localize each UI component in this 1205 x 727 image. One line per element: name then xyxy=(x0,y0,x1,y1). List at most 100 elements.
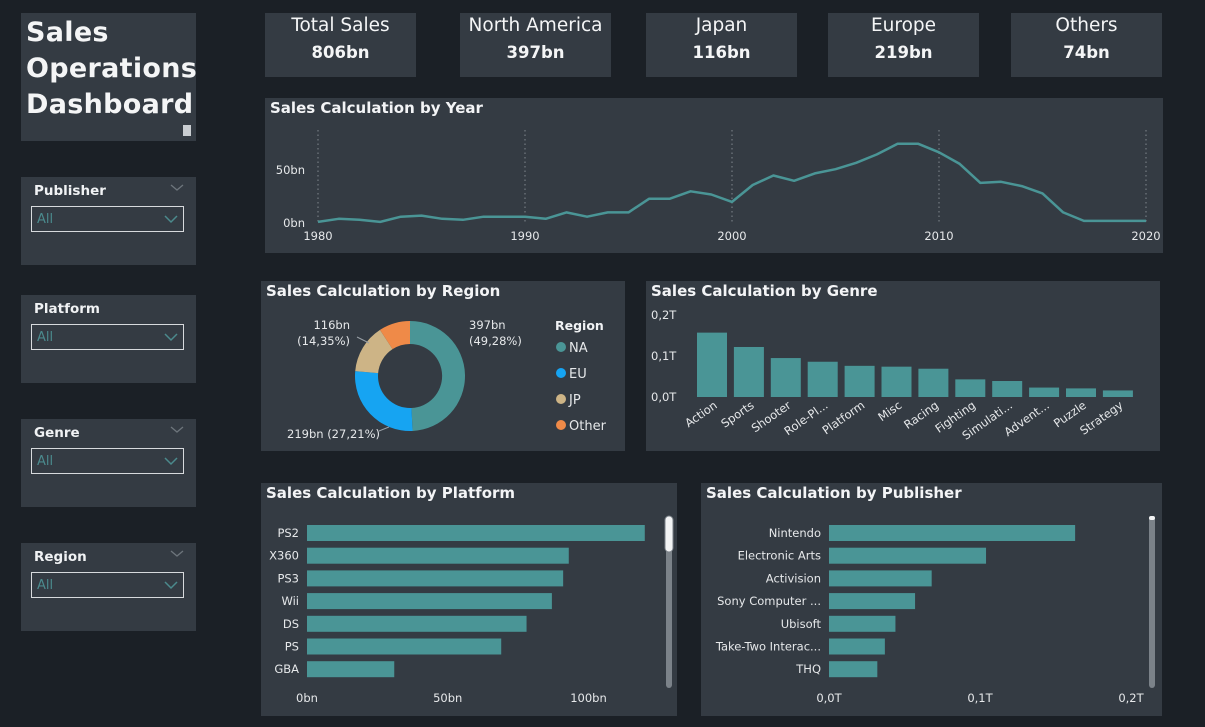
legend-marker-jp xyxy=(556,394,566,404)
kpi-value: 397bn xyxy=(506,43,565,62)
platform-bar xyxy=(307,570,564,587)
donut-slice-na xyxy=(410,321,466,431)
y-tick-label: GBA xyxy=(274,662,299,676)
publisher-bar xyxy=(829,570,932,587)
genre-dropdown[interactable]: All xyxy=(31,448,184,474)
chevron-down-icon[interactable] xyxy=(170,182,184,192)
publisher-bar xyxy=(829,547,987,564)
x-tick-label: 100bn xyxy=(570,691,607,705)
y-tick-label: PS3 xyxy=(277,571,299,585)
region-chart-panel: Sales Calculation by Region 397bn (49,28%… xyxy=(261,281,625,451)
y-tick-label: DS xyxy=(283,617,299,631)
publisher-slicer: Publisher All xyxy=(21,177,196,265)
x-tick-label: Misc xyxy=(875,398,904,424)
scrollbar xyxy=(1149,516,1155,688)
platform-bar-chart[interactable]: PS2 X360 PS3 Wii DS PS GBA 0bn 50bn 100bn xyxy=(261,483,677,716)
platform-bar xyxy=(307,638,502,655)
y-tick-label: Activision xyxy=(766,571,821,585)
legend-marker-na xyxy=(556,342,566,352)
dashboard-title-card: Sales Operations Dashboard xyxy=(21,13,198,141)
y-tick-label: Wii xyxy=(281,594,299,608)
y-tick-label: Ubisoft xyxy=(781,617,822,631)
data-label: (14,35%) xyxy=(297,334,350,348)
year-line-chart[interactable]: 1980 1990 2000 2010 2020 0bn 50bn xyxy=(265,98,1163,253)
y-tick-label: Electronic Arts xyxy=(738,549,821,563)
chevron-down-icon xyxy=(164,457,178,466)
y-tick-label: 0,0T xyxy=(651,390,677,404)
genre-bar xyxy=(881,366,912,397)
x-tick-label: 0,2T xyxy=(1118,691,1144,705)
platform-slicer-label: Platform xyxy=(34,301,100,317)
publisher-dropdown[interactable]: All xyxy=(31,206,184,232)
chevron-down-icon[interactable] xyxy=(170,548,184,558)
publisher-bar xyxy=(829,525,1076,541)
kpi-total-sales: Total Sales 806bn xyxy=(265,13,416,77)
kpi-label: North America xyxy=(468,15,603,36)
x-tick-label: 2020 xyxy=(1131,229,1160,243)
x-tick-label: 0bn xyxy=(296,691,318,705)
genre-bar xyxy=(1102,390,1133,397)
kpi-label: Others xyxy=(1055,15,1118,36)
platform-dropdown-value: All xyxy=(37,330,54,345)
genre-bar xyxy=(807,361,838,397)
kpi-japan: Japan 116bn xyxy=(646,13,797,77)
publisher-bar xyxy=(829,593,916,610)
platform-bar xyxy=(307,593,552,610)
data-label: 397bn xyxy=(469,318,506,332)
genre-bar xyxy=(770,358,801,397)
legend-label: NA xyxy=(569,341,588,356)
data-label: 219bn (27,21%) xyxy=(287,427,380,441)
genre-bar xyxy=(992,381,1023,397)
platform-bar xyxy=(307,661,395,678)
legend-marker-eu xyxy=(556,368,566,378)
y-tick-label: PS2 xyxy=(277,526,299,540)
y-tick-label: PS xyxy=(285,640,299,654)
genre-bar-chart[interactable]: 0,0T0,1T0,2TActionSportsShooterRole-Pl..… xyxy=(646,281,1160,451)
legend-label: Other xyxy=(569,419,607,434)
y-tick-label: Sony Computer ... xyxy=(717,594,821,608)
kpi-value: 806bn xyxy=(311,43,370,62)
kpi-europe: Europe 219bn xyxy=(828,13,979,77)
platform-bar xyxy=(307,615,527,632)
x-tick-label: 1990 xyxy=(510,229,539,243)
platform-bar xyxy=(307,525,645,541)
kpi-value: 219bn xyxy=(874,43,933,62)
region-dropdown[interactable]: All xyxy=(31,572,184,598)
platform-dropdown[interactable]: All xyxy=(31,324,184,350)
genre-bar xyxy=(955,379,986,397)
donut-slice-eu xyxy=(354,371,413,432)
chevron-down-icon xyxy=(164,215,178,224)
chevron-down-icon[interactable] xyxy=(170,424,184,434)
kpi-label: Europe xyxy=(870,15,937,36)
chevron-down-icon xyxy=(164,333,178,342)
x-tick-label: 2000 xyxy=(717,229,746,243)
region-slicer-label: Region xyxy=(34,549,87,565)
publisher-bar-chart[interactable]: Nintendo Electronic Arts Activision Sony Co… xyxy=(701,483,1162,716)
y-tick-label: 0,2T xyxy=(651,308,677,322)
leader-line xyxy=(356,336,370,344)
platform-bar xyxy=(307,547,569,564)
x-tick-label: 0,0T xyxy=(816,691,842,705)
kpi-north-america: North America 397bn xyxy=(460,13,611,77)
region-donut-chart[interactable]: 397bn (49,28%) 116bn (14,35%) 219bn (27,21%)… xyxy=(261,281,625,451)
publisher-bar xyxy=(829,615,896,632)
y-tick-label: 0,1T xyxy=(651,349,677,363)
x-tick-label: Action xyxy=(682,398,720,430)
genre-dropdown-value: All xyxy=(37,454,54,469)
leader-line xyxy=(378,426,390,432)
genre-bar xyxy=(1066,388,1096,397)
x-tick-label: 50bn xyxy=(433,691,462,705)
y-tick-label: X360 xyxy=(269,549,299,563)
data-label: (49,28%) xyxy=(469,334,522,348)
y-tick-label: 50bn xyxy=(276,163,305,177)
platform-chart-panel: Sales Calculation by Platform PS2 X360 PS3… xyxy=(261,483,677,716)
dashboard-title: Sales Operations Dashboard xyxy=(26,17,198,120)
kpi-value: 116bn xyxy=(692,43,751,62)
chevron-down-icon xyxy=(164,581,178,590)
scrollbar-thumb xyxy=(1149,516,1155,520)
publisher-slicer-label: Publisher xyxy=(34,183,106,199)
genre-bar xyxy=(733,346,764,397)
kpi-label: Total Sales xyxy=(291,15,390,36)
x-tick-label: 2010 xyxy=(924,229,953,243)
legend-label: JP xyxy=(568,393,581,408)
